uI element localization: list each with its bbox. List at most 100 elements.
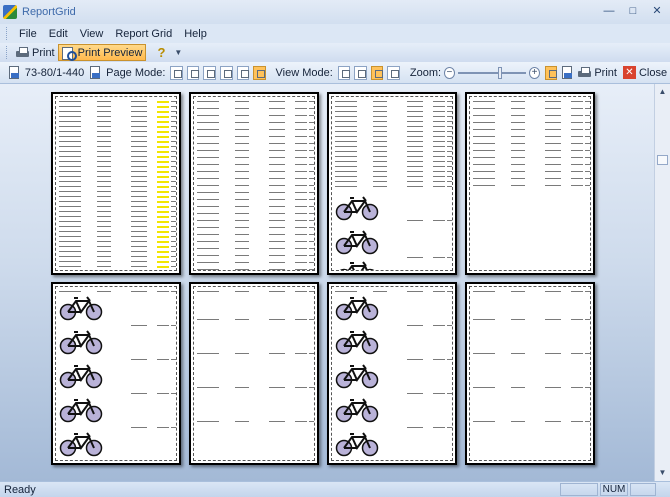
print-preview-area[interactable]: [0, 84, 654, 481]
report-row: [473, 101, 590, 102]
report-row: [59, 236, 176, 238]
status-text: Ready: [4, 483, 36, 496]
zoom-slider-thumb[interactable]: [497, 66, 502, 79]
report-row: [197, 115, 314, 116]
status-panel-empty-2: [630, 483, 656, 496]
report-row: [59, 166, 176, 168]
zoom-minus-icon[interactable]: −: [444, 66, 455, 79]
preview-page[interactable]: [189, 282, 319, 465]
close-preview-button[interactable]: ✕ Close: [620, 64, 670, 81]
close-window-icon[interactable]: ✕: [650, 4, 664, 18]
zoom-slider[interactable]: [457, 66, 527, 79]
report-row: [197, 192, 314, 193]
report-row: [473, 185, 590, 186]
report-row: [335, 427, 452, 428]
menu-view[interactable]: View: [74, 28, 110, 40]
bicycle-icon: [335, 329, 379, 355]
toolbar-grip[interactable]: [6, 46, 9, 59]
report-row: [59, 266, 176, 268]
report-row: [197, 319, 314, 320]
report-row: [335, 126, 452, 127]
view-mode-zoom-icon[interactable]: [387, 65, 400, 80]
preview-page[interactable]: [465, 282, 595, 465]
toolbar-overflow-icon[interactable]: ▼: [174, 48, 182, 57]
report-row: [473, 108, 590, 109]
report-row: [473, 319, 590, 320]
page-mode-eight-icon[interactable]: [253, 65, 266, 80]
view-mode-whole-icon[interactable]: [370, 65, 384, 80]
preview-page[interactable]: [51, 282, 181, 465]
page-navigate-icon[interactable]: [90, 66, 101, 79]
page-flip-icon[interactable]: [562, 66, 573, 79]
report-row: [473, 157, 590, 158]
print-preview-button[interactable]: Print Preview: [57, 44, 147, 61]
report-row: [59, 221, 176, 223]
print-button[interactable]: Print: [13, 44, 58, 61]
preview-page[interactable]: [51, 92, 181, 275]
report-row: [59, 206, 176, 208]
report-row: [59, 101, 176, 103]
menu-edit[interactable]: Edit: [43, 28, 74, 40]
report-row: [473, 150, 590, 151]
preview-print-button[interactable]: Print: [575, 64, 620, 81]
scroll-down-icon[interactable]: ▼: [655, 465, 670, 481]
print-label: Print: [32, 46, 55, 59]
report-row: [197, 178, 314, 179]
vertical-scrollbar[interactable]: ▲ ▼: [654, 84, 670, 481]
menu-grip[interactable]: [6, 27, 9, 40]
page-setup-icon[interactable]: [9, 66, 19, 79]
page-mode-one-icon[interactable]: [170, 65, 183, 80]
help-icon[interactable]: ?: [154, 45, 168, 60]
report-row: [59, 256, 176, 258]
single-page-icon[interactable]: [544, 65, 558, 80]
view-mode-label: View Mode:: [275, 66, 333, 79]
view-mode-fit-width-icon[interactable]: [337, 65, 351, 80]
view-mode-fit-page-icon[interactable]: [354, 65, 367, 80]
report-row: [335, 393, 452, 394]
page-content: [193, 286, 315, 461]
page-content: [55, 96, 177, 271]
preview-page[interactable]: [189, 92, 319, 275]
app-icon: [3, 5, 17, 19]
report-row: [335, 186, 452, 187]
page-mode-four-icon[interactable]: [219, 65, 233, 80]
preview-page[interactable]: [327, 282, 457, 465]
minimize-icon[interactable]: —: [602, 4, 616, 18]
page-mode-six-icon[interactable]: [236, 65, 250, 80]
report-row: [473, 164, 590, 165]
zoom-plus-icon[interactable]: +: [529, 66, 540, 79]
report-row: [473, 178, 590, 179]
report-row: [197, 164, 314, 165]
maximize-icon[interactable]: □: [626, 4, 640, 18]
scroll-up-icon[interactable]: ▲: [655, 84, 670, 100]
main-toolbar: Print Print Preview ? ▼: [0, 43, 670, 62]
report-row: [335, 156, 452, 157]
menu-report-grid[interactable]: Report Grid: [109, 28, 178, 40]
report-row: [59, 251, 176, 253]
report-row: [335, 111, 452, 112]
report-row: [335, 161, 452, 162]
report-row: [197, 199, 314, 200]
bicycle-icon: [59, 295, 103, 321]
report-row: [59, 211, 176, 213]
report-row: [335, 291, 452, 292]
scroll-thumb[interactable]: [657, 155, 668, 165]
preview-toolbar: 73-80/1-440 Page Mode: View Mode: Zoom: …: [0, 62, 670, 84]
bicycle-icon: [335, 260, 379, 270]
menu-file[interactable]: File: [13, 28, 43, 40]
preview-page[interactable]: [327, 92, 457, 275]
menu-help[interactable]: Help: [178, 28, 213, 40]
report-row: [59, 325, 176, 326]
preview-print-label: Print: [594, 66, 617, 79]
report-row: [59, 196, 176, 198]
preview-page[interactable]: [465, 92, 595, 275]
report-row: [335, 101, 452, 102]
report-row: [59, 111, 176, 113]
report-row: [59, 427, 176, 428]
page-mode-three-icon[interactable]: [203, 65, 216, 80]
report-row: [473, 122, 590, 123]
report-row: [335, 136, 452, 137]
report-row: [197, 387, 314, 388]
page-mode-two-icon[interactable]: [186, 65, 200, 80]
report-row: [59, 131, 176, 133]
